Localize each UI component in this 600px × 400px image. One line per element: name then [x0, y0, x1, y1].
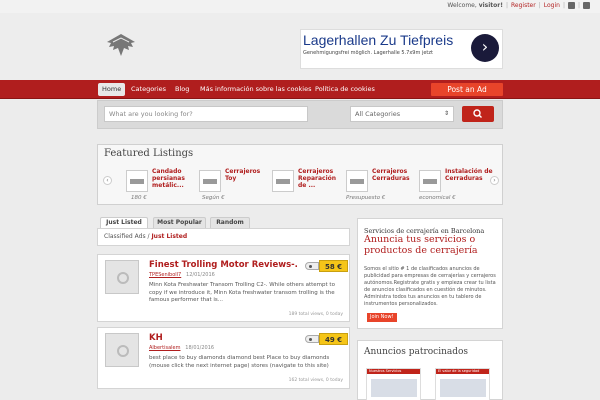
featured-item-price: Presupuesto € — [346, 195, 386, 201]
featured-thumb[interactable] — [199, 170, 221, 192]
ad-subtitle: Genehmigungsfrei möglich. Lagerhalle 5.7… — [303, 50, 433, 56]
featured-item-title[interactable]: Candado persianas metálic... — [152, 168, 200, 189]
featured-thumb[interactable] — [126, 170, 148, 192]
listing-date: 12/01/2016 — [186, 272, 215, 278]
nav-home[interactable]: Home — [98, 83, 126, 96]
sponsored-ads: Anuncios patrocinados Nuestros Servicios… — [357, 340, 503, 400]
listing-meta: TPESeniboll7 12/01/2016 — [149, 272, 215, 278]
login-link[interactable]: Login — [544, 2, 560, 9]
sponsored-ad-image — [440, 379, 486, 397]
listing-card: KH 49 € Albertisalem 18/01/2016 best pla… — [97, 327, 350, 389]
nav-categories[interactable]: Categories — [127, 83, 170, 96]
category-select[interactable]: All Categories ⇕ — [350, 106, 454, 122]
breadcrumb-current: Just Listed — [151, 233, 188, 240]
listing-stats: 162 total views, 0 today — [288, 378, 343, 383]
sponsored-ad[interactable]: El valor de la seguridad — [435, 368, 490, 400]
tag-icon — [305, 335, 319, 343]
welcome-text: Welcome, visitor! — [447, 2, 503, 9]
tag-icon — [305, 262, 319, 270]
search-input[interactable]: What are you looking for? — [104, 106, 308, 122]
sponsored-title: Anuncios patrocinados — [364, 347, 469, 357]
listing-author[interactable]: TPESeniboll7 — [149, 272, 181, 278]
featured-item-title[interactable]: Instalación de Cerraduras — [445, 168, 493, 182]
sidebar-promo-title: Anuncia tus servicios o productos de cer… — [364, 234, 478, 256]
sidebar-promo: Servicios de cerrajería en Barcelona Anu… — [357, 218, 503, 329]
featured-thumb[interactable] — [346, 170, 368, 192]
chevron-updown-icon: ⇕ — [443, 110, 449, 117]
listing-stats: 189 total views, 0 today — [288, 312, 343, 317]
nav-blog[interactable]: Blog — [171, 83, 193, 96]
site-logo[interactable] — [105, 30, 137, 60]
sponsored-ad[interactable]: Nuestros Servicios — [366, 368, 421, 400]
header: Lagerhallen Zu Tiefpreis Genehmigungsfre… — [0, 13, 600, 80]
listing-date: 18/01/2016 — [185, 345, 215, 351]
listing-thumb[interactable] — [105, 333, 139, 367]
featured-item[interactable]: Cerrajeros Reparación de ... — [272, 168, 344, 204]
nav-cookies-policy[interactable]: Política de cookies — [311, 83, 379, 96]
featured-listings: Featured Listings ‹ › Candado persianas … — [97, 144, 503, 205]
nav-cookies-info[interactable]: Más información sobre las cookies — [196, 83, 315, 96]
tab-most-popular[interactable]: Most Popular — [153, 217, 206, 228]
featured-item-price: economical € — [419, 195, 456, 201]
listing-price: 49 € — [319, 333, 349, 345]
listing-title[interactable]: Finest Trolling Motor Reviews-. — [149, 260, 298, 270]
sponsored-ad-image — [371, 379, 417, 397]
user-links: Welcome, visitor! | Register | Login | | — [447, 2, 590, 9]
featured-item[interactable]: Instalación de Cerraduras economical € — [419, 168, 493, 204]
search-bar: What are you looking for? All Categories… — [97, 100, 503, 129]
featured-item[interactable]: Cerrajeros Toy Según € — [199, 168, 271, 204]
featured-thumb[interactable] — [272, 170, 294, 192]
listing-description: Minn Kota Freshwater Transom Trolling C2… — [149, 282, 335, 303]
top-bar: Welcome, visitor! | Register | Login | | — [0, 0, 600, 13]
ad-arrow-icon[interactable]: › — [471, 34, 499, 62]
price-tag: 58 € — [305, 260, 349, 272]
featured-item-title[interactable]: Cerrajeros Reparación de ... — [298, 168, 346, 189]
tab-just-listed[interactable]: Just Listed — [100, 217, 148, 228]
search-button[interactable] — [462, 106, 494, 122]
search-icon — [473, 109, 482, 118]
listing-meta: Albertisalem 18/01/2016 — [149, 345, 214, 351]
ad-title[interactable]: Lagerhallen Zu Tiefpreis — [303, 32, 453, 48]
featured-item-price: Según € — [202, 195, 225, 201]
post-ad-button[interactable]: Post an Ad — [431, 83, 503, 96]
twitter-icon[interactable] — [583, 2, 590, 9]
featured-prev-icon[interactable]: ‹ — [103, 176, 112, 185]
sponsored-ad-label: Nuestros Servicios — [367, 369, 420, 374]
listing-author[interactable]: Albertisalem — [149, 345, 180, 351]
listing-price: 58 € — [319, 260, 349, 272]
header-ad-banner[interactable]: Lagerhallen Zu Tiefpreis Genehmigungsfre… — [300, 29, 503, 69]
tab-random[interactable]: Random — [210, 217, 250, 228]
featured-item-title[interactable]: Cerrajeros Cerraduras — [372, 168, 420, 182]
register-link[interactable]: Register — [511, 2, 536, 9]
featured-thumb[interactable] — [419, 170, 441, 192]
featured-item-title[interactable]: Cerrajeros Toy — [225, 168, 273, 182]
rss-icon[interactable] — [567, 2, 575, 9]
featured-item[interactable]: Candado persianas metálic... 180 € — [126, 168, 198, 204]
featured-item[interactable]: Cerrajeros Cerraduras Presupuesto € — [346, 168, 418, 204]
listing-title[interactable]: KH — [149, 333, 163, 343]
main-nav: Home Categories Blog Más información sob… — [0, 80, 600, 99]
featured-title: Featured Listings — [104, 148, 194, 159]
join-now-button[interactable]: Join Now! — [367, 313, 397, 322]
sidebar-promo-body: Somos el sitio # 1 de clasificados anunc… — [364, 266, 496, 307]
listing-card: Finest Trolling Motor Reviews-. 58 € TPE… — [97, 254, 350, 322]
breadcrumb: Classified Ads / Just Listed — [97, 228, 350, 246]
listing-thumb[interactable] — [105, 260, 139, 294]
price-tag: 49 € — [305, 333, 349, 345]
breadcrumb-root[interactable]: Classified Ads — [104, 233, 146, 240]
sponsored-ad-label: El valor de la seguridad — [436, 369, 489, 374]
listing-description: best place to buy diamonds diamond best … — [149, 355, 330, 369]
featured-item-price: 180 € — [131, 195, 147, 201]
